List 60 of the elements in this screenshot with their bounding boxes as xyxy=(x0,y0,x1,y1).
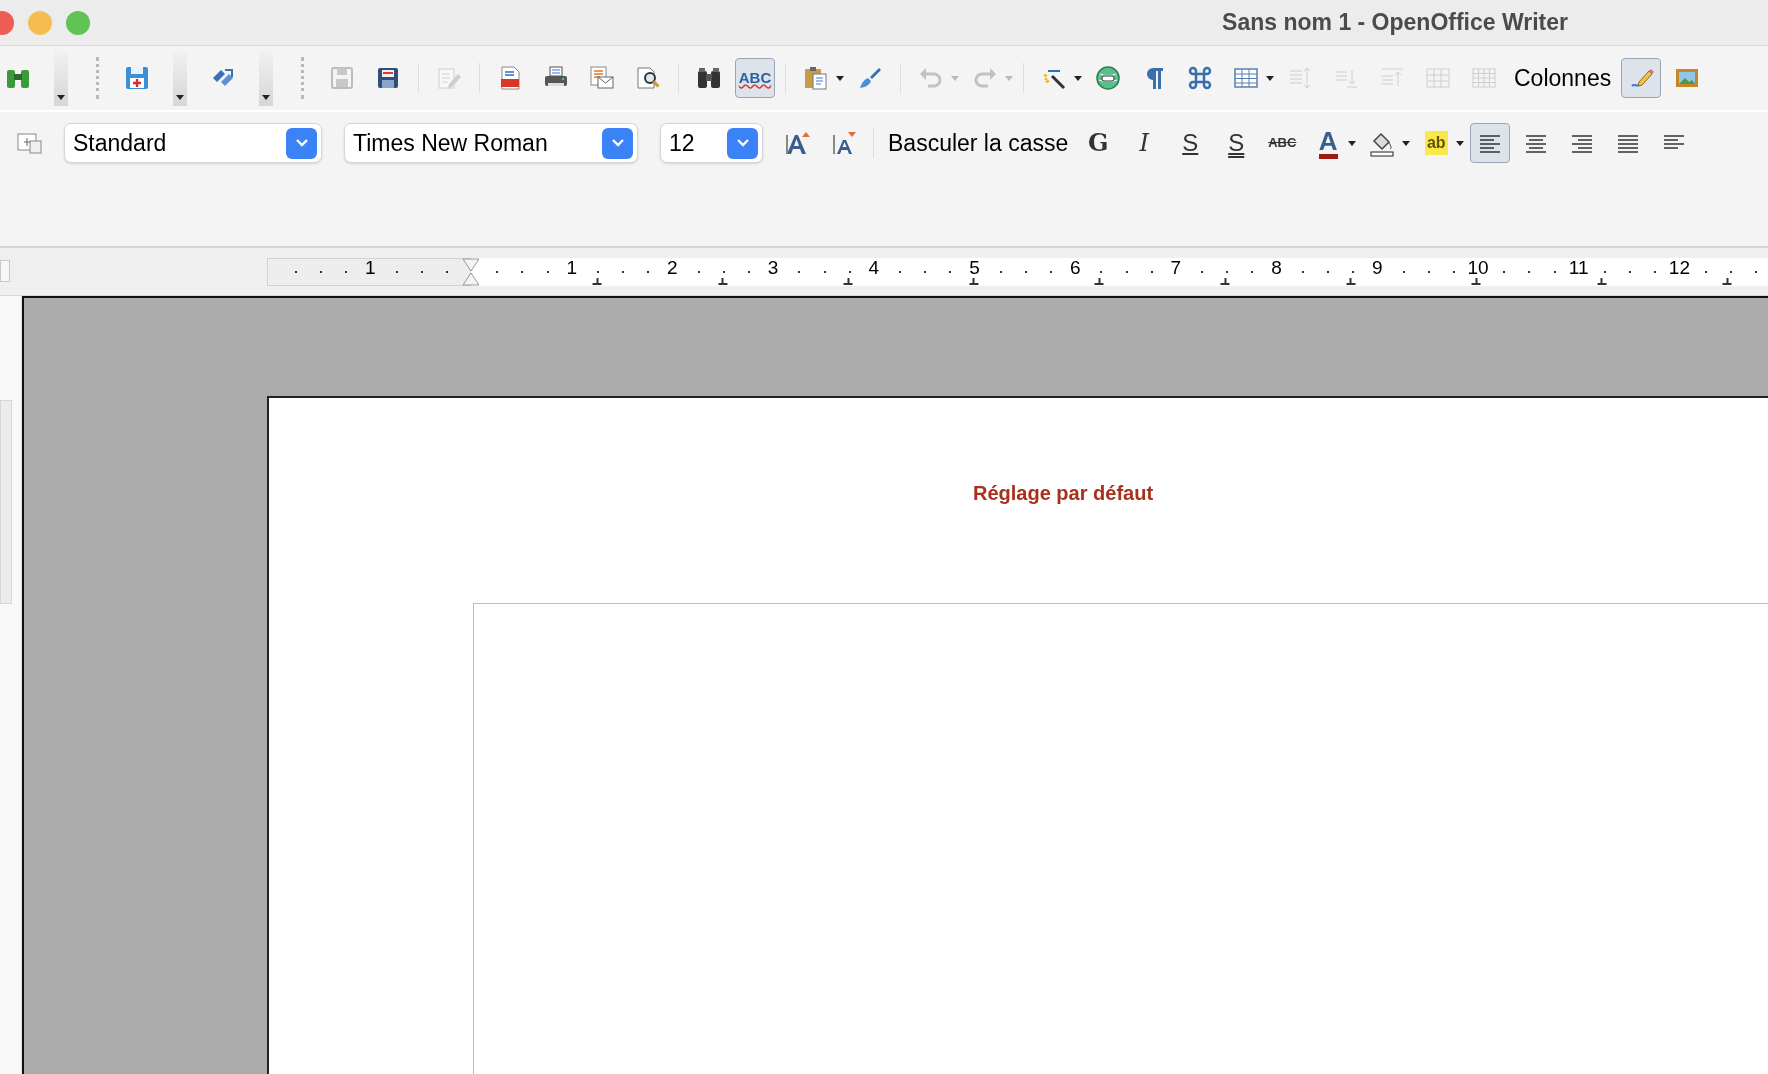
toggle-case-button[interactable]: Basculer la casse xyxy=(884,123,1073,163)
ruler-number: 8 xyxy=(1271,259,1282,277)
italic-button[interactable]: I xyxy=(1124,123,1165,163)
page-header-text: Réglage par défaut xyxy=(973,481,1154,506)
ruler-number: 5 xyxy=(969,259,980,277)
tab-stop-icon[interactable] xyxy=(1471,278,1481,285)
dropdown-button[interactable] xyxy=(54,50,68,106)
tab-stop-icon[interactable] xyxy=(592,278,602,285)
ruler-number: 10 xyxy=(1467,259,1489,277)
caret-icon[interactable] xyxy=(1074,75,1082,81)
chevron-down-icon xyxy=(735,138,750,148)
caret-icon[interactable] xyxy=(1402,140,1411,146)
ruler-number: 4 xyxy=(868,259,880,277)
align-left-button[interactable] xyxy=(1470,123,1511,163)
indent-marker-icon[interactable] xyxy=(462,258,480,286)
tab-stop-icon[interactable] xyxy=(1346,278,1356,285)
font-color-button[interactable]: A xyxy=(1308,123,1349,163)
tab-stop-icon[interactable] xyxy=(843,278,853,285)
highlight-button[interactable]: ab xyxy=(1416,123,1457,163)
caret-icon[interactable] xyxy=(1456,140,1465,146)
tab-stop-icon[interactable] xyxy=(1722,278,1732,285)
document-magnifier-icon xyxy=(634,64,662,92)
tab-stop-icon[interactable] xyxy=(969,278,979,285)
toolbar-grip[interactable] xyxy=(96,57,99,99)
ruler-number: 1 xyxy=(566,259,577,277)
ruler-number: 11 xyxy=(1568,259,1589,277)
window-title: Sans nom 1 - OpenOffice Writer xyxy=(1222,8,1568,38)
strikethrough-button[interactable]: ABC xyxy=(1262,123,1303,163)
chevron-down-icon xyxy=(294,138,309,148)
caret-icon[interactable] xyxy=(836,75,844,81)
caret-icon[interactable] xyxy=(1348,140,1357,146)
ruler-number: 6 xyxy=(1069,259,1081,277)
ruler-number: 2 xyxy=(667,259,678,277)
tab-stop-icon[interactable] xyxy=(718,278,728,285)
command-key-icon xyxy=(1186,64,1214,92)
tab-stop-icon[interactable] xyxy=(1597,278,1607,285)
bold-button[interactable]: G xyxy=(1078,123,1119,163)
tab-stop-icon[interactable] xyxy=(1220,278,1230,285)
document-envelope-icon xyxy=(588,64,616,92)
columns-button[interactable]: Colonnes xyxy=(1510,58,1616,98)
globe-icon xyxy=(1094,64,1122,92)
font-size-dropdown[interactable]: 12 xyxy=(660,123,763,163)
ruler-number: 12 xyxy=(1668,259,1690,277)
font-name-dropdown[interactable]: Times New Roman xyxy=(344,123,638,163)
underline-button[interactable]: S xyxy=(1170,123,1211,163)
clipboard-icon xyxy=(802,64,830,92)
pencil-button[interactable] xyxy=(1621,58,1662,98)
tab-stop-icon[interactable] xyxy=(1094,278,1104,285)
paragraph-style-dropdown[interactable]: Standard xyxy=(64,123,322,163)
toolbar-grip[interactable] xyxy=(301,57,304,99)
dropdown-button[interactable] xyxy=(259,50,273,106)
caret-icon[interactable] xyxy=(1266,75,1274,81)
spellcheck-button[interactable]: ABC xyxy=(735,58,775,98)
chevron-down-icon xyxy=(610,138,625,148)
dropdown-button[interactable] xyxy=(173,50,187,106)
ruler-number: 7 xyxy=(1170,259,1182,277)
ruler-number: 1 xyxy=(365,259,376,277)
ruler-number: 3 xyxy=(767,259,779,277)
double-underline-button[interactable]: S xyxy=(1216,123,1257,163)
ruler-number: 9 xyxy=(1372,259,1383,277)
